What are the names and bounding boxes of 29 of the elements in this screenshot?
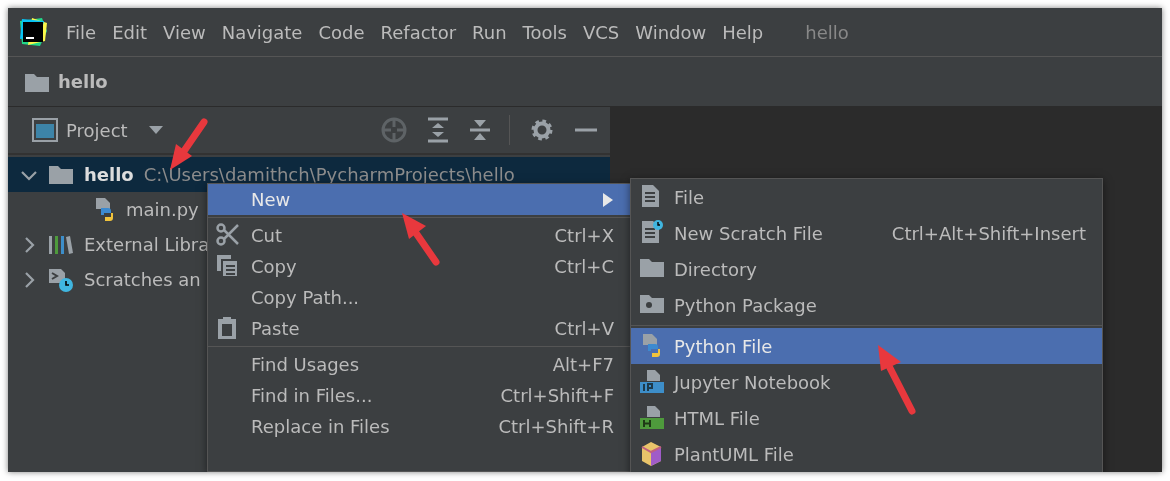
tree-label: hello (84, 164, 134, 185)
menu-item-label: Python Package (674, 294, 818, 316)
shortcut-text: Ctrl+Alt+Shift+Insert (891, 222, 1086, 244)
menu-item-label: Paste (251, 318, 301, 339)
menu-item-label: Directory (674, 258, 758, 280)
menu-item-label: New (251, 189, 292, 210)
tree-label: main.py (126, 199, 199, 220)
menu-item-label: File (674, 186, 706, 208)
shortcut-text: Alt+F7 (552, 354, 614, 375)
tree-label: Scratches an (84, 269, 201, 290)
menu-item-label: New Scratch File (674, 222, 824, 244)
menu-item-label: Copy Path... (251, 287, 361, 308)
menu-item-label: Find in Files... (251, 385, 374, 406)
shortcut-text: Ctrl+C (554, 256, 614, 277)
menu-item-label: PlantUML File (674, 443, 795, 465)
shortcut-text: Ctrl+Shift+F (500, 385, 614, 406)
menu-item-label: HTML File (674, 407, 761, 429)
menu-item-label: Replace in Files (251, 416, 391, 437)
menu-item-label: Python File (674, 335, 774, 357)
shortcut-text: Ctrl+Shift+R (498, 416, 614, 437)
window-title: hello (805, 21, 849, 43)
menu-item-label: Find Usages (251, 354, 361, 375)
shortcut-text: Ctrl+X (554, 225, 614, 246)
shortcut-text: Ctrl+V (554, 318, 614, 339)
menu-item-label: Copy (251, 256, 298, 277)
menu-item-label: Jupyter Notebook (674, 371, 832, 393)
path-text: C:\Users\damithch\PycharmProjects\hello (143, 164, 515, 185)
menu-item-label: Cut (251, 225, 284, 246)
tree-label: External Libra (84, 234, 210, 255)
